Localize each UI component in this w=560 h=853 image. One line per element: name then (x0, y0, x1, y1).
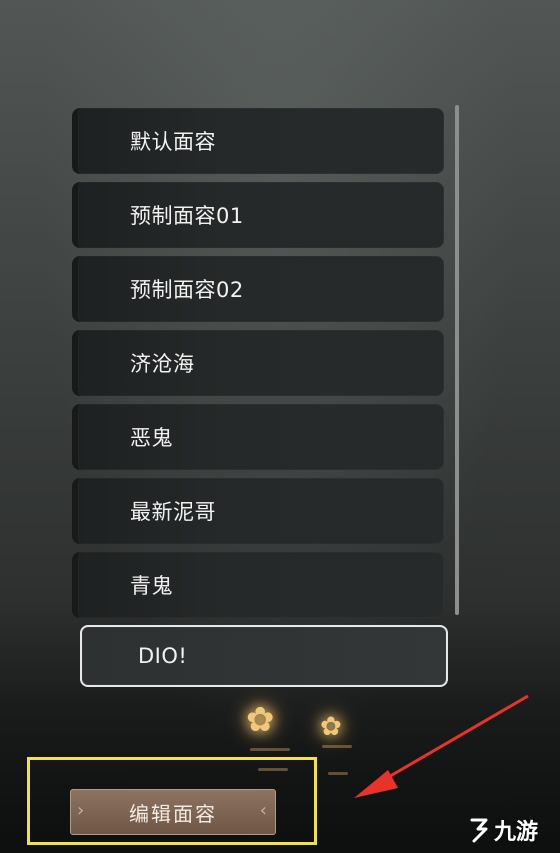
jiuyou-logo-icon (470, 818, 488, 843)
face-item-label: 预制面容02 (130, 278, 244, 302)
face-item-4[interactable]: 济沧海 (72, 330, 444, 396)
face-item-5[interactable]: 恶鬼 (72, 404, 444, 470)
face-item-label: 济沧海 (130, 352, 195, 376)
face-item-preset-02[interactable]: 预制面容02 (72, 256, 444, 322)
face-item-preset-01[interactable]: 预制面容01 (72, 182, 444, 248)
face-item-6[interactable]: 最新泥哥 (72, 478, 444, 544)
face-preset-list: 默认面容 预制面容01 预制面容02 济沧海 恶鬼 最新泥哥 青鬼 DIO! (68, 105, 450, 687)
face-item-7[interactable]: 青鬼 (72, 552, 444, 618)
lotus-lantern-icon: ✿ (246, 700, 275, 740)
jiuyou-watermark: 九游 (466, 810, 538, 850)
face-item-label: 最新泥哥 (130, 500, 216, 524)
face-item-label: 默认面容 (130, 130, 216, 154)
face-item-label: 预制面容01 (130, 204, 244, 228)
face-item-default[interactable]: 默认面容 (72, 108, 444, 174)
lotus-lantern-icon: ✿ (320, 712, 342, 742)
face-item-label: DIO! (138, 644, 188, 668)
button-right-ornament-icon: ‹ (259, 800, 269, 821)
edit-face-button[interactable]: › 编辑面容 ‹ (70, 789, 276, 835)
face-item-label: 青鬼 (130, 574, 173, 598)
red-arrow-icon (354, 694, 529, 798)
lantern-reflection (250, 748, 290, 751)
face-item-label: 恶鬼 (130, 426, 173, 450)
edit-face-button-label: 编辑面容 (129, 801, 217, 826)
watermark-text: 九游 (494, 820, 539, 845)
face-item-selected[interactable]: DIO! (80, 625, 448, 687)
button-left-ornament-icon: › (77, 800, 87, 821)
list-scrollbar[interactable] (455, 105, 459, 615)
